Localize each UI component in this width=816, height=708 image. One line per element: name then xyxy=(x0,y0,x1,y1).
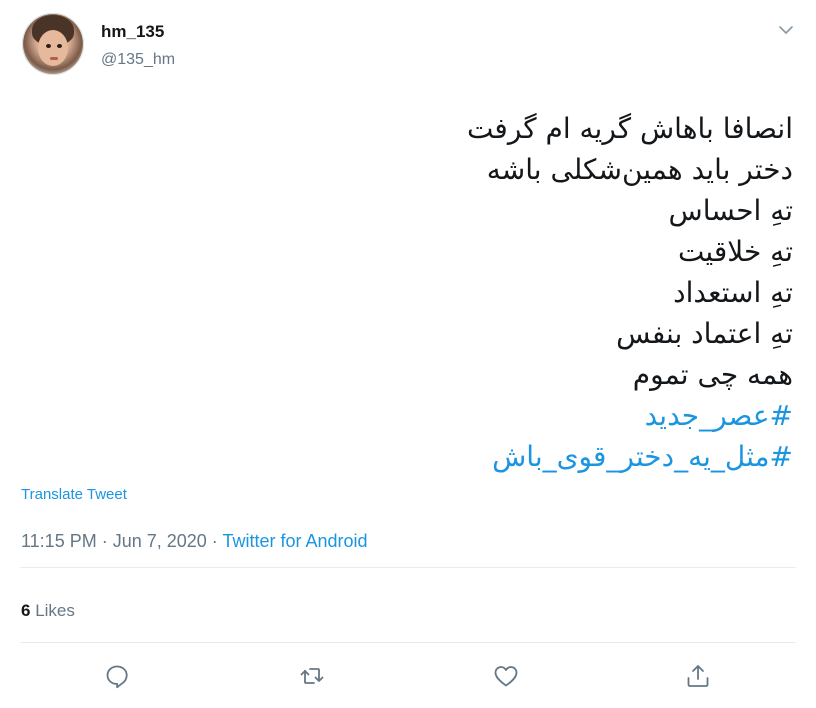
tweet-line: تهِ خلاقیت xyxy=(677,235,793,268)
tweet-source-link[interactable]: Twitter for Android xyxy=(222,531,367,551)
tweet-line: تهِ استعداد xyxy=(673,276,793,309)
tweet-line: همه چی تموم xyxy=(632,358,793,391)
tweet-text: انصافا باهاش گریه ام گرفت دختر باید همین… xyxy=(193,108,793,477)
tweet-meta: 11:15 PM · Jun 7, 2020 · Twitter for And… xyxy=(21,531,368,552)
tweet-line: تهِ اعتماد بنفس xyxy=(616,317,793,350)
divider xyxy=(20,567,796,568)
tweet-time[interactable]: 11:15 PM xyxy=(21,531,97,551)
avatar-eye-right xyxy=(57,44,62,48)
tweet-line: دختر باید همین‌شکلی باشه xyxy=(486,153,793,186)
meta-separator: · xyxy=(96,531,113,551)
avatar-mouth xyxy=(50,57,58,60)
likes-count: 6 xyxy=(21,601,31,620)
avatar-eye-left xyxy=(46,44,51,48)
meta-separator: · xyxy=(206,531,223,551)
display-name[interactable]: hm_135 xyxy=(101,22,164,42)
reply-icon[interactable] xyxy=(103,662,131,690)
translate-tweet-link[interactable]: Translate Tweet xyxy=(21,486,127,503)
avatar[interactable] xyxy=(22,13,84,75)
retweet-icon[interactable] xyxy=(298,662,326,690)
hashtag-link[interactable]: #مثل_یه_دختر_قوی_باش xyxy=(193,436,793,477)
likes-stat[interactable]: 6 Likes xyxy=(21,601,75,621)
likes-label: Likes xyxy=(35,601,75,620)
tweet-line: انصافا باهاش گریه ام گرفت xyxy=(466,112,793,145)
user-handle[interactable]: @135_hm xyxy=(101,51,175,69)
avatar-face xyxy=(38,30,68,66)
hashtag-link[interactable]: #عصر_جدید xyxy=(193,395,793,436)
heart-icon[interactable] xyxy=(492,662,520,690)
tweet-date[interactable]: Jun 7, 2020 xyxy=(113,531,207,551)
share-icon[interactable] xyxy=(684,662,712,690)
chevron-down-icon[interactable] xyxy=(775,21,797,39)
tweet-line: تهِ احساس xyxy=(668,194,793,227)
divider xyxy=(20,642,796,643)
